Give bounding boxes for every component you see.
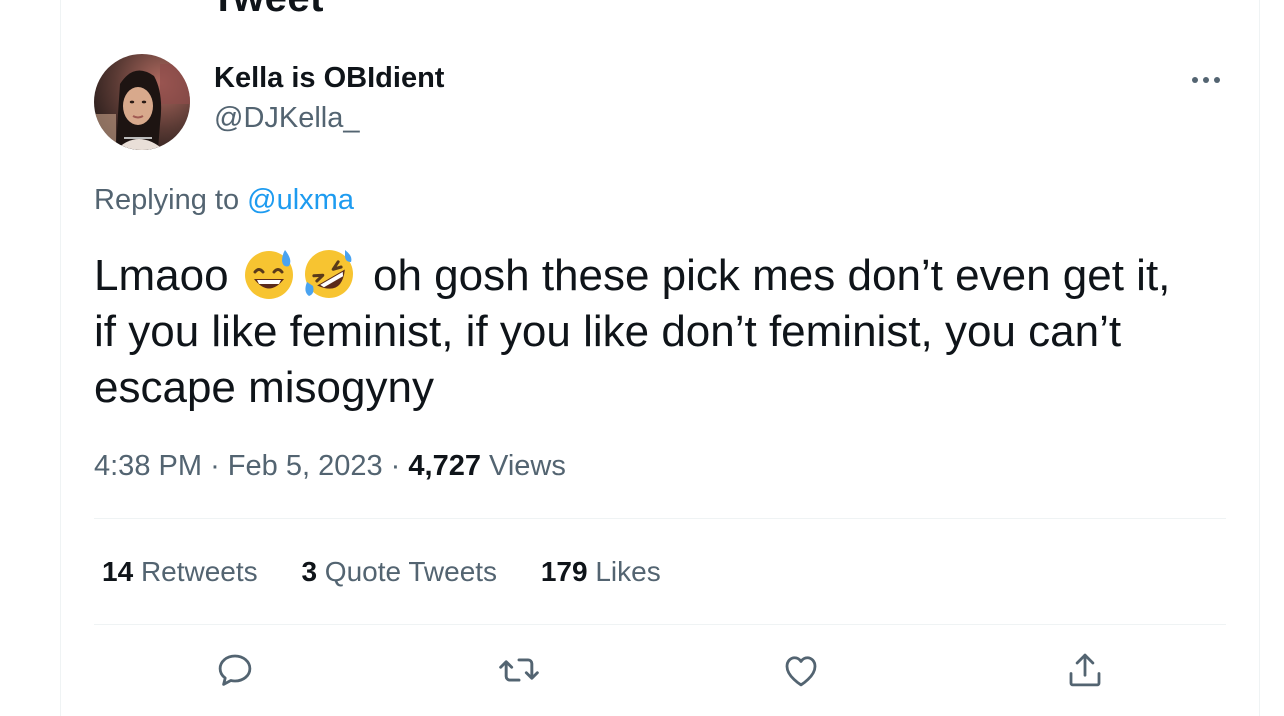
replying-to: Replying to @ulxma [94, 184, 354, 217]
avatar[interactable] [94, 54, 190, 150]
author-display-name[interactable]: Kella is OBIdient [214, 62, 444, 95]
meta-separator: · [210, 450, 220, 482]
reply-button[interactable] [211, 648, 259, 696]
divider [94, 518, 1226, 519]
back-arrow-icon[interactable] [97, 0, 127, 4]
author-handle[interactable]: @DJKella_ [214, 102, 360, 135]
retweets-count: 14 [102, 556, 134, 587]
retweets-stat-link[interactable]: 14 Retweets [102, 556, 258, 588]
tweet-date[interactable]: Feb 5, 2023 [228, 450, 383, 482]
more-options-icon[interactable] [1189, 70, 1225, 90]
replying-to-label: Replying to [94, 184, 248, 216]
meta-separator: · [390, 450, 401, 482]
retweet-button[interactable] [495, 648, 543, 696]
tweet-text: Lmaoo oh gosh these pick mes don’t even … [94, 246, 1204, 416]
engagement-stats: 14 Retweets 3 Quote Tweets 179 Likes [102, 556, 697, 588]
rolling-on-floor-laughing-emoji-icon [301, 246, 357, 302]
retweets-label: Retweets [140, 556, 258, 587]
divider [94, 624, 1226, 625]
views-count: 4,727 [408, 450, 481, 482]
views-label: Views [489, 450, 566, 482]
like-icon [780, 649, 822, 696]
quote-tweets-stat-link[interactable]: 3 Quote Tweets [301, 556, 497, 588]
page-title: Tweet [211, 0, 324, 21]
share-icon [1064, 649, 1106, 696]
reply-icon [214, 649, 256, 696]
tweet-action-bar [61, 648, 1259, 698]
retweet-icon [497, 648, 541, 697]
likes-count: 179 [540, 556, 588, 587]
quote-tweets-label: Quote Tweets [324, 556, 498, 587]
grinning-sweat-emoji-icon [241, 246, 297, 302]
share-button[interactable] [1061, 648, 1109, 696]
quote-tweets-count: 3 [301, 556, 318, 587]
page-header: Tweet [61, 0, 1259, 21]
tweet-text-start: Lmaoo [94, 251, 229, 300]
tweet-time[interactable]: 4:38 PM [94, 450, 202, 482]
likes-label: Likes [595, 556, 661, 587]
likes-stat-link[interactable]: 179 Likes [541, 556, 661, 588]
like-button[interactable] [777, 648, 825, 696]
tweet-detail-panel: Tweet Kella is OBIdient [60, 0, 1260, 716]
tweet-meta: 4:38 PM · Feb 5, 2023 · 4,727 Views [94, 450, 566, 483]
reply-to-handle-link[interactable]: @ulxma [247, 184, 354, 216]
